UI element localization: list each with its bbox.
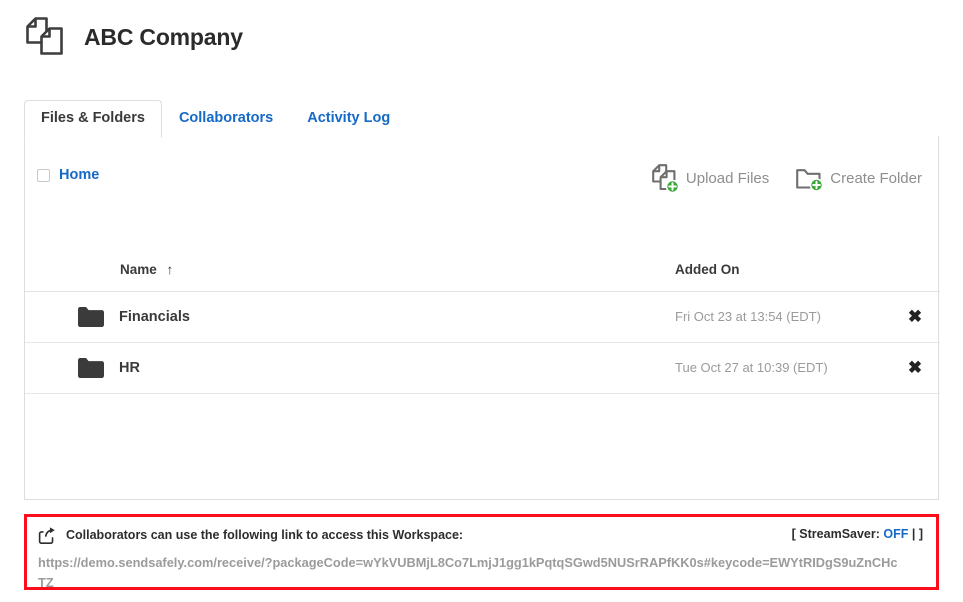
tab-files-and-folders[interactable]: Files & Folders <box>24 99 162 138</box>
page-title: ABC Company <box>84 23 243 50</box>
workspace-link-panel: Collaborators can use the following link… <box>24 514 939 590</box>
breadcrumb: Home <box>37 167 99 183</box>
upload-files-button[interactable]: Upload Files <box>651 162 769 194</box>
tab-collaborators[interactable]: Collaborators <box>162 100 290 137</box>
column-header-name-label: Name <box>120 262 157 277</box>
added-on-value: Fri Oct 23 at 13:54 (EDT) <box>675 309 821 324</box>
cell-added-on: Tue Oct 27 at 10:39 (EDT) <box>675 342 890 394</box>
streamsaver-suffix: | ] <box>908 527 923 541</box>
folder-icon <box>77 357 105 379</box>
documents-icon <box>24 14 70 60</box>
sort-ascending-icon: ↑ <box>166 262 174 277</box>
toolbar-actions: Upload Files Create Folder <box>651 162 922 194</box>
breadcrumb-home-link[interactable]: Home <box>59 167 99 183</box>
cell-delete: ✖ <box>890 342 940 394</box>
streamsaver-prefix: [ StreamSaver: <box>791 527 884 541</box>
workspace-link-url[interactable]: https://demo.sendsafely.com/receive/?pac… <box>38 553 898 593</box>
share-icon <box>38 526 57 545</box>
table-row[interactable]: HR Tue Oct 27 at 10:39 (EDT) ✖ <box>25 342 940 394</box>
column-header-delete <box>890 262 940 292</box>
cell-added-on: Fri Oct 23 at 13:54 (EDT) <box>675 291 890 343</box>
upload-files-icon <box>651 162 685 194</box>
page-header: ABC Company <box>24 14 243 60</box>
tab-bar: Files & Folders Collaborators Activity L… <box>24 99 939 138</box>
workspace-page: ABC Company Files & Folders Collaborator… <box>0 0 963 602</box>
streamsaver-toggle-value[interactable]: OFF <box>883 527 908 541</box>
column-header-added-on[interactable]: Added On <box>675 262 890 292</box>
table-header-row: Name ↑ Added On <box>25 262 940 292</box>
column-header-name[interactable]: Name ↑ <box>25 262 675 292</box>
panel-toolbar: Home Upload Files Create Folder <box>25 136 938 262</box>
tab-activity-log[interactable]: Activity Log <box>290 100 407 137</box>
cell-name: Financials <box>25 291 675 343</box>
delete-row-button[interactable]: ✖ <box>908 359 922 376</box>
table-row[interactable]: Financials Fri Oct 23 at 13:54 (EDT) ✖ <box>25 291 940 343</box>
folder-name-link[interactable]: Financials <box>119 309 190 325</box>
streamsaver-status: [ StreamSaver: OFF | ] <box>792 527 923 541</box>
cell-delete: ✖ <box>890 291 940 343</box>
folder-name-link[interactable]: HR <box>119 360 140 376</box>
create-folder-icon <box>795 162 829 194</box>
upload-files-label: Upload Files <box>685 169 770 187</box>
delete-row-button[interactable]: ✖ <box>908 308 922 325</box>
workspace-link-header: Collaborators can use the following link… <box>38 524 925 546</box>
added-on-value: Tue Oct 27 at 10:39 (EDT) <box>675 360 828 375</box>
files-table: Name ↑ Added On Financials Fri Oct 23 at… <box>25 262 940 394</box>
files-panel: Home Upload Files Create Folder Name ↑ A… <box>24 136 940 500</box>
select-all-checkbox[interactable] <box>37 168 50 182</box>
create-folder-label: Create Folder <box>830 169 922 187</box>
create-folder-button[interactable]: Create Folder <box>795 162 922 194</box>
folder-icon <box>77 306 105 328</box>
workspace-link-message: Collaborators can use the following link… <box>66 528 464 542</box>
cell-name: HR <box>25 342 675 394</box>
